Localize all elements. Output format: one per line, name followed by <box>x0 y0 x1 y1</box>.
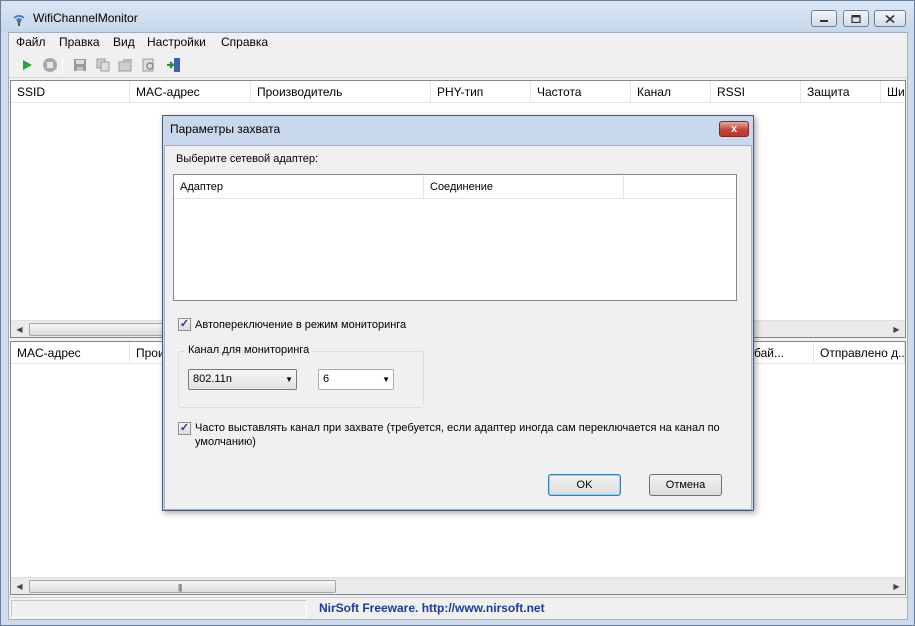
column-station-mac[interactable]: MAC-адрес <box>11 342 130 363</box>
column-adapter[interactable]: Адаптер <box>174 175 424 199</box>
save-icon <box>74 59 86 71</box>
auto-monitor-checkbox[interactable]: ✓ <box>178 318 191 331</box>
phy-mode-value: 802.11n <box>193 373 232 385</box>
menu-settings[interactable]: Настройки <box>147 35 206 49</box>
wifi-app-icon <box>13 15 25 26</box>
menu-view[interactable]: Вид <box>113 35 135 49</box>
minimize-icon <box>820 19 828 22</box>
chevron-down-icon: ▼ <box>285 375 293 384</box>
stop-icon <box>43 58 57 72</box>
phy-mode-select[interactable]: 802.11n ▼ <box>188 369 297 390</box>
column-connection[interactable]: Соединение <box>424 175 624 199</box>
menu-bar: Файл Правка Вид Настройки Справка <box>9 33 907 51</box>
status-cell <box>11 600 307 618</box>
exit-icon <box>167 58 180 72</box>
column-sent-data[interactable]: Отправлено д... <box>814 342 905 363</box>
stations-hscrollbar[interactable]: ◀ ||| ▶ <box>11 577 905 594</box>
properties-button[interactable] <box>117 56 135 74</box>
channel-select[interactable]: 6 ▼ <box>318 369 394 390</box>
column-security[interactable]: Защита <box>801 81 881 102</box>
column-ssid[interactable]: SSID <box>11 81 130 102</box>
scroll-right-icon[interactable]: ▶ <box>888 321 905 338</box>
select-adapter-label: Выберите сетевой адаптер: <box>176 153 319 165</box>
toolbar-separator <box>62 56 63 74</box>
status-bar: NirSoft Freeware. http://www.nirsoft.net <box>9 597 907 619</box>
find-icon <box>142 58 154 72</box>
minimize-button[interactable] <box>811 10 837 27</box>
adapter-list[interactable]: Адаптер Соединение <box>173 174 737 301</box>
column-rssi[interactable]: RSSI <box>711 81 801 102</box>
scroll-right-icon[interactable]: ▶ <box>888 578 905 595</box>
column-vendor[interactable]: Производитель <box>251 81 431 102</box>
title-bar: WifiChannelMonitor <box>1 1 914 32</box>
ok-button[interactable]: OK <box>548 474 621 496</box>
copy-button[interactable] <box>94 56 112 74</box>
column-channel[interactable]: Канал <box>631 81 711 102</box>
auto-monitor-label: Автопереключение в режим мониторинга <box>195 319 407 331</box>
cancel-button[interactable]: Отмена <box>649 474 722 496</box>
column-frequency[interactable]: Частота <box>531 81 631 102</box>
networks-list-header: SSID MAC-адрес Производитель PHY-тип Час… <box>11 81 905 103</box>
frequent-set-label: Часто выставлять канал при захвате (треб… <box>195 422 720 448</box>
column-mac[interactable]: MAC-адрес <box>130 81 251 102</box>
close-icon <box>885 14 895 23</box>
scroll-left-icon[interactable]: ◀ <box>11 321 28 338</box>
nirsoft-link[interactable]: NirSoft Freeware. http://www.nirsoft.net <box>319 601 545 615</box>
column-empty <box>624 175 736 199</box>
dialog-close-button[interactable]: x <box>719 121 749 137</box>
maximize-icon <box>851 14 861 23</box>
menu-file[interactable]: Файл <box>16 35 46 49</box>
maximize-button[interactable] <box>843 10 869 27</box>
menu-edit[interactable]: Правка <box>59 35 100 49</box>
stop-button[interactable] <box>41 56 59 74</box>
checkmark-icon: ✓ <box>179 422 190 434</box>
column-cipher[interactable]: Шиф <box>881 81 905 102</box>
capture-options-dialog: Параметры захвата x Выберите сетевой ада… <box>162 115 754 511</box>
save-button[interactable] <box>71 56 89 74</box>
window-title: WifiChannelMonitor <box>33 11 138 25</box>
scroll-left-icon[interactable]: ◀ <box>11 578 28 595</box>
scroll-grip-icon: ||| <box>178 583 182 592</box>
find-button[interactable] <box>140 56 158 74</box>
channel-group-title: Канал для мониторинга <box>185 344 313 356</box>
channel-value: 6 <box>323 373 330 385</box>
chevron-down-icon: ▼ <box>382 375 390 384</box>
menu-help[interactable]: Справка <box>221 35 268 49</box>
exit-button[interactable] <box>165 56 183 74</box>
start-button[interactable] <box>18 56 36 74</box>
scroll-thumb[interactable] <box>29 323 165 336</box>
checkmark-icon: ✓ <box>179 318 190 330</box>
toolbar <box>9 52 907 78</box>
close-icon: x <box>730 123 738 135</box>
dialog-title: Параметры захвата <box>170 122 281 136</box>
play-icon <box>23 60 32 70</box>
copy-icon <box>96 58 110 72</box>
column-phy[interactable]: PHY-тип <box>431 81 531 102</box>
properties-icon <box>118 59 132 72</box>
frequent-set-checkbox[interactable]: ✓ <box>178 422 191 435</box>
column-received-bytes[interactable]: о бай... <box>744 342 814 363</box>
scroll-thumb[interactable]: ||| <box>29 580 336 593</box>
close-button[interactable] <box>874 10 906 27</box>
dialog-body: Выберите сетевой адаптер: Адаптер Соедин… <box>164 145 752 510</box>
